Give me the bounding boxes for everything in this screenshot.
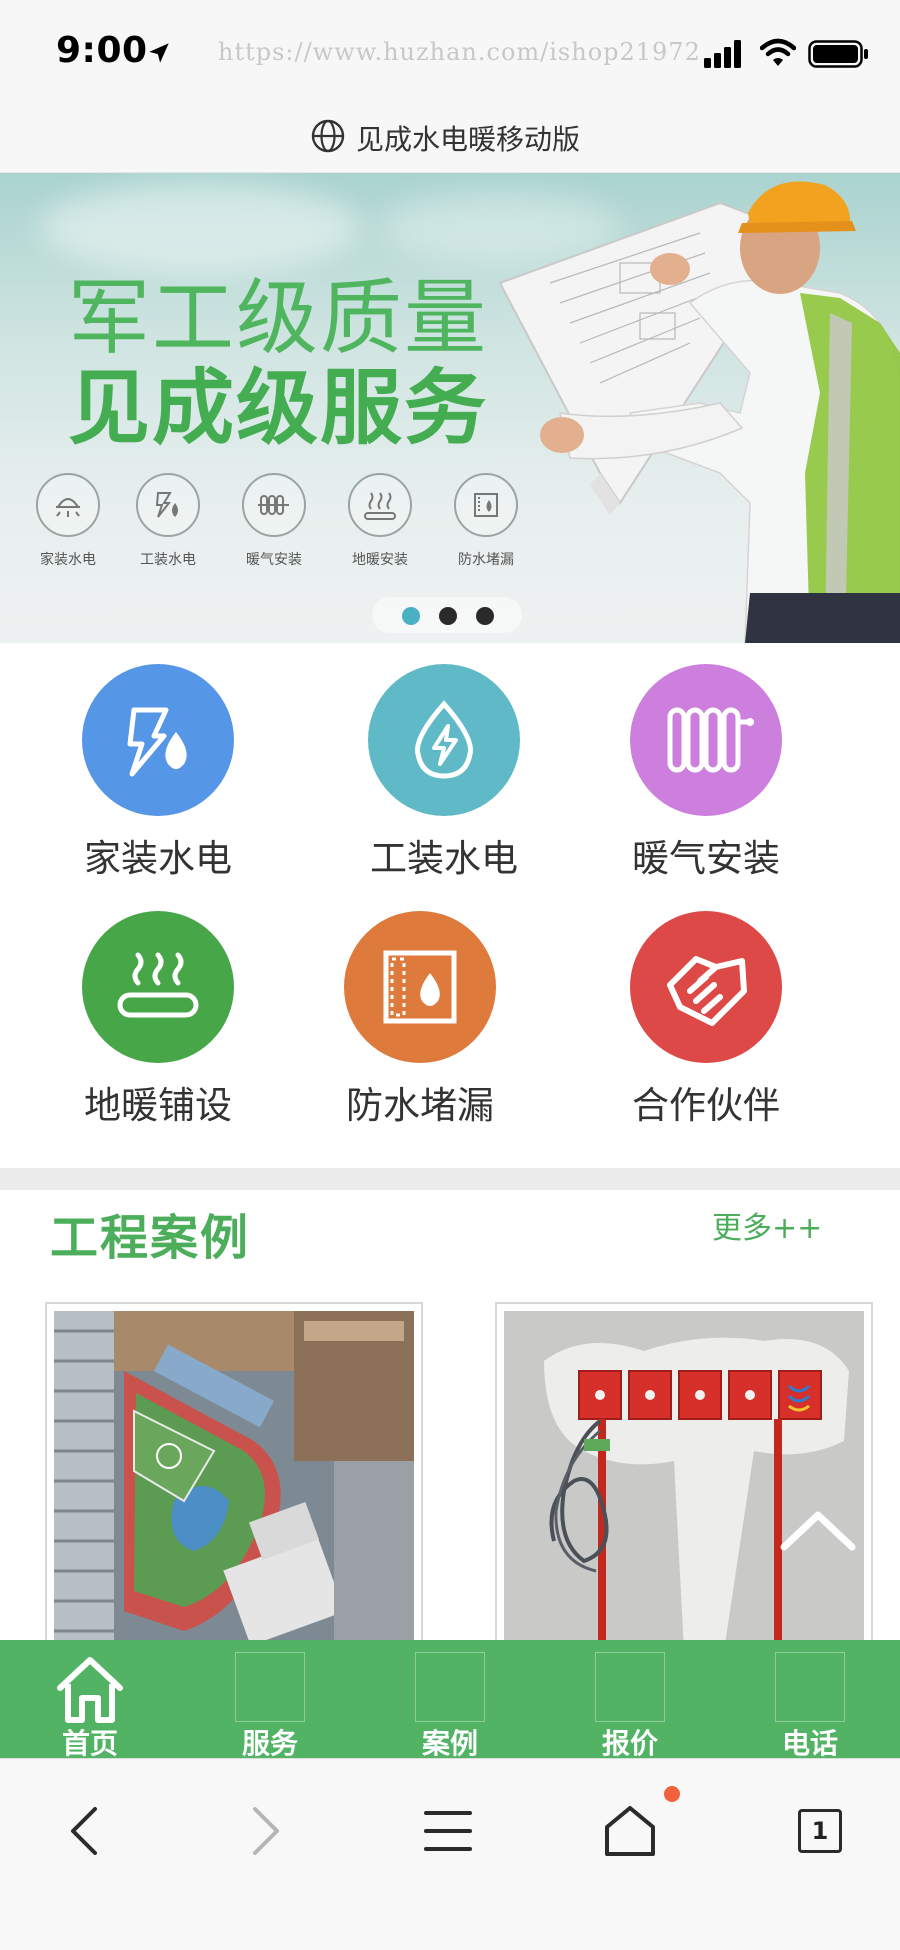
section-title: 工程案例: [50, 1210, 251, 1266]
banner-worker-image: [498, 181, 900, 643]
status-bar: 9:00 https://www.huzhan.com/ishop21972: [0, 0, 900, 110]
nav-label: 电话: [781, 1727, 838, 1760]
category-home-electrical[interactable]: 家装水电: [58, 664, 258, 882]
handshake-icon: [630, 911, 782, 1063]
banner-headline-2: 见成级服务: [68, 361, 489, 456]
browser-toolbar: 1: [0, 1758, 900, 1950]
tabs-button[interactable]: 1: [790, 1801, 850, 1861]
page-url: https://www.huzhan.com/ishop21972: [218, 38, 701, 66]
category-label: 防水堵漏: [346, 1084, 494, 1127]
drop-bolt-icon: [368, 664, 520, 816]
banner-service-row: 家装水电 工装水电 暖气安装 地暖安装 防水堵漏: [18, 473, 538, 573]
bolt-drop-icon: [82, 664, 234, 816]
more-link[interactable]: 更多++: [712, 1203, 822, 1247]
nav-label: 服务: [241, 1727, 298, 1760]
chevron-right-icon: [253, 1807, 279, 1855]
nav-icon-placeholder: [775, 1652, 845, 1722]
globe-icon: [311, 119, 345, 153]
browser-home-button[interactable]: [600, 1801, 660, 1861]
back-button[interactable]: [54, 1801, 114, 1861]
floor-heat-icon: [348, 473, 412, 537]
nav-quote[interactable]: 报价: [540, 1640, 720, 1760]
category-label: 合作伙伴: [632, 1084, 780, 1127]
banner-service-label: 家装水电: [40, 552, 96, 568]
radiator-icon: [242, 473, 306, 537]
nav-label: 首页: [61, 1727, 118, 1760]
case-image-aerial-campus: [54, 1311, 414, 1644]
nav-services[interactable]: 服务: [180, 1640, 360, 1760]
category-label: 地暖铺设: [84, 1084, 232, 1127]
tab-count: 1: [798, 1809, 842, 1853]
chevron-left-icon: [71, 1807, 97, 1855]
banner-service-label: 暖气安装: [246, 552, 302, 568]
scroll-to-top-icon[interactable]: [778, 1505, 858, 1555]
category-label: 工装水电: [370, 837, 518, 880]
nav-phone[interactable]: 电话: [720, 1640, 900, 1760]
nav-label: 案例: [421, 1727, 478, 1760]
signal-icon: [704, 40, 741, 68]
site-title: 见成水电暖移动版: [356, 123, 581, 156]
nav-home[interactable]: 首页: [0, 1640, 180, 1760]
waterproof-icon: [344, 911, 496, 1063]
notification-dot: [664, 1786, 680, 1802]
section-divider: [0, 1168, 900, 1190]
bottom-nav: 首页 服务 案例 报价 电话: [0, 1640, 900, 1760]
banner-service: 地暖安装: [330, 473, 430, 569]
category-waterproofing[interactable]: 防水堵漏: [320, 911, 520, 1129]
banner-service-label: 工装水电: [140, 552, 196, 568]
carousel-dot-3[interactable]: [476, 607, 494, 625]
menu-icon: [424, 1811, 472, 1851]
status-time: 9:00: [56, 30, 148, 71]
banner-service-label: 地暖安装: [352, 552, 408, 568]
location-arrow-icon: [149, 43, 169, 63]
floor-heat-icon: [82, 911, 234, 1063]
hero-banner[interactable]: 军工级质量 见成级服务 家装水电 工装水电 暖气安装 地暖安装 防水堵漏: [0, 173, 900, 643]
radiator-icon: [630, 664, 782, 816]
case-card[interactable]: [495, 1302, 873, 1646]
carousel-dot-1[interactable]: [402, 607, 420, 625]
category-partners[interactable]: 合作伙伴: [606, 911, 806, 1129]
home-icon: [57, 1657, 123, 1723]
battery-icon: [808, 40, 868, 68]
nav-icon-placeholder: [235, 1652, 305, 1722]
case-image-wall-wiring: [504, 1311, 864, 1644]
carousel-dot-2[interactable]: [439, 607, 457, 625]
nav-label: 报价: [601, 1727, 658, 1760]
nav-icon-placeholder: [415, 1652, 485, 1722]
bolt-drop-icon: [136, 473, 200, 537]
menu-button[interactable]: [418, 1801, 478, 1861]
nav-icon-placeholder: [595, 1652, 665, 1722]
wifi-icon: [760, 38, 796, 66]
category-label: 暖气安装: [632, 837, 780, 880]
case-card[interactable]: [45, 1302, 423, 1646]
category-commercial-electrical[interactable]: 工装水电: [344, 664, 544, 882]
nav-cases[interactable]: 案例: [360, 1640, 540, 1760]
forward-button[interactable]: [236, 1801, 296, 1861]
banner-service: 家装水电: [18, 473, 118, 569]
category-label: 家装水电: [84, 837, 232, 880]
carousel-pagination: [372, 597, 522, 633]
banner-service: 暖气安装: [224, 473, 324, 569]
banner-service: 工装水电: [118, 473, 218, 569]
lamp-icon: [36, 473, 100, 537]
site-header: 见成水电暖移动版: [0, 110, 900, 173]
category-radiator-install[interactable]: 暖气安装: [606, 664, 806, 882]
browser-home-icon: [605, 1806, 655, 1856]
category-floor-heating[interactable]: 地暖铺设: [58, 911, 258, 1129]
